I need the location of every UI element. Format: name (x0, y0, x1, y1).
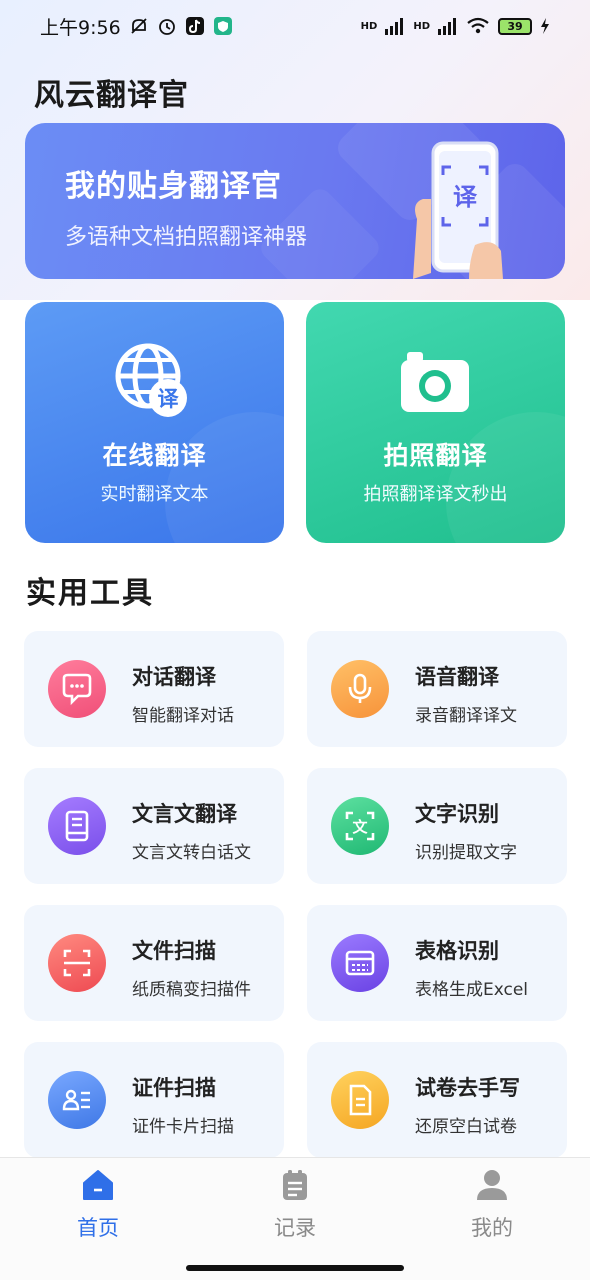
card-decoration (165, 412, 284, 543)
bottom-navigation: 首页 记录 我的 (0, 1157, 590, 1280)
tool-title: 文件扫描 (132, 939, 216, 963)
alarm-icon (158, 19, 175, 35)
card-decoration (446, 412, 565, 543)
globe-translate-icon: 译 (115, 343, 187, 417)
banner-title: 我的贴身翻译官 (65, 169, 282, 204)
battery-icon: 39 (498, 17, 532, 35)
home-icon (83, 1170, 113, 1200)
tool-table-recognition[interactable]: 表格识别 表格生成Excel (307, 905, 567, 1021)
tool-subtitle: 录音翻译译文 (415, 706, 517, 726)
status-left: 上午9:56 (40, 13, 233, 40)
nav-records-label: 记录 (274, 1216, 316, 1240)
signal-label-1: HD (360, 20, 378, 32)
tool-icon-wrap (48, 934, 106, 992)
tool-subtitle: 纸质稿变扫描件 (132, 980, 251, 1000)
tool-title: 试卷去手写 (415, 1076, 520, 1100)
document-scan-icon (63, 949, 91, 977)
tool-subtitle: 识别提取文字 (415, 843, 517, 863)
app-title: 风云翻译官 (34, 78, 189, 113)
tool-title: 文言文翻译 (132, 802, 237, 826)
online-translate-subtitle: 实时翻译文本 (100, 484, 209, 505)
tool-subtitle: 文言文转白话文 (132, 843, 251, 863)
camera-icon (401, 352, 469, 412)
chat-bubble-icon (62, 673, 92, 706)
phone-in-hand-icon: 译 (413, 141, 503, 279)
tool-voice-translate[interactable]: 语音翻译 录音翻译译文 (307, 631, 567, 747)
signal-icon-1 (385, 18, 404, 35)
tool-subtitle: 还原空白试卷 (415, 1117, 517, 1137)
id-card-icon (62, 1089, 90, 1111)
tool-icon-wrap (331, 934, 389, 992)
tool-id-scan[interactable]: 证件扫描 证件卡片扫描 (24, 1042, 284, 1158)
tool-title: 证件扫描 (132, 1076, 216, 1100)
banner-subtitle: 多语种文档拍照翻译神器 (65, 225, 308, 250)
charging-icon (541, 18, 549, 34)
text-scan-icon: 文 (345, 811, 375, 841)
online-translate-card[interactable]: 译 在线翻译 实时翻译文本 (25, 302, 284, 543)
nav-home[interactable]: 首页 (38, 1168, 158, 1240)
tool-dialogue-translate[interactable]: 对话翻译 智能翻译对话 (24, 631, 284, 747)
paper-icon (349, 1084, 372, 1116)
table-icon (345, 950, 375, 976)
text-scan-glyph: 文 (352, 818, 368, 836)
tool-subtitle: 证件卡片扫描 (132, 1117, 234, 1137)
tool-title: 表格识别 (415, 939, 499, 963)
tool-document-scan[interactable]: 文件扫描 纸质稿变扫描件 (24, 905, 284, 1021)
nav-profile[interactable]: 我的 (432, 1168, 552, 1240)
globe-glyph: 译 (158, 387, 180, 411)
photo-translate-card[interactable]: 拍照翻译 拍照翻译译文秒出 (306, 302, 565, 543)
book-icon (65, 810, 89, 842)
user-icon (477, 1170, 507, 1200)
signal-label-2: HD (413, 20, 430, 32)
mute-icon (131, 18, 147, 34)
tools-section-title: 实用工具 (26, 576, 154, 611)
tool-text-recognition[interactable]: 文 文字识别 识别提取文字 (307, 768, 567, 884)
tool-icon-wrap: 文 (331, 797, 389, 855)
tool-subtitle: 智能翻译对话 (132, 706, 234, 726)
tool-subtitle: 表格生成Excel (415, 980, 529, 1000)
photo-translate-title: 拍照翻译 (383, 441, 488, 470)
tool-title: 语音翻译 (415, 665, 499, 689)
status-time: 上午9:56 (40, 16, 121, 39)
home-indicator[interactable] (186, 1265, 404, 1271)
wifi-icon (467, 17, 489, 34)
nav-profile-label: 我的 (471, 1216, 513, 1240)
photo-translate-subtitle: 拍照翻译译文秒出 (363, 484, 508, 505)
tool-title: 对话翻译 (132, 665, 216, 689)
status-right: HD HD 39 (361, 17, 550, 35)
signal-icon-2 (438, 18, 456, 35)
tool-icon-wrap (331, 660, 389, 718)
nav-home-label: 首页 (77, 1216, 119, 1240)
tool-icon-wrap (48, 1071, 106, 1129)
tool-icon-wrap (48, 797, 106, 855)
shield-app-icon (213, 17, 232, 35)
tool-classical-translate[interactable]: 文言文翻译 文言文转白话文 (24, 768, 284, 884)
phone-glyph: 译 (453, 183, 478, 211)
promo-banner[interactable]: 我的贴身翻译官 多语种文档拍照翻译神器 译 (25, 123, 565, 279)
tiktok-icon (185, 17, 204, 35)
tool-title: 文字识别 (415, 802, 499, 826)
tool-icon-wrap (331, 1071, 389, 1129)
tool-paper-clean[interactable]: 试卷去手写 还原空白试卷 (307, 1042, 567, 1158)
nav-records[interactable]: 记录 (235, 1168, 355, 1240)
tool-icon-wrap (48, 660, 106, 718)
microphone-icon (348, 673, 372, 703)
status-bar: 上午9:56 HD HD 39 (0, 0, 590, 52)
online-translate-title: 在线翻译 (102, 441, 207, 470)
clipboard-icon (283, 1170, 307, 1200)
battery-level: 39 (507, 19, 523, 33)
